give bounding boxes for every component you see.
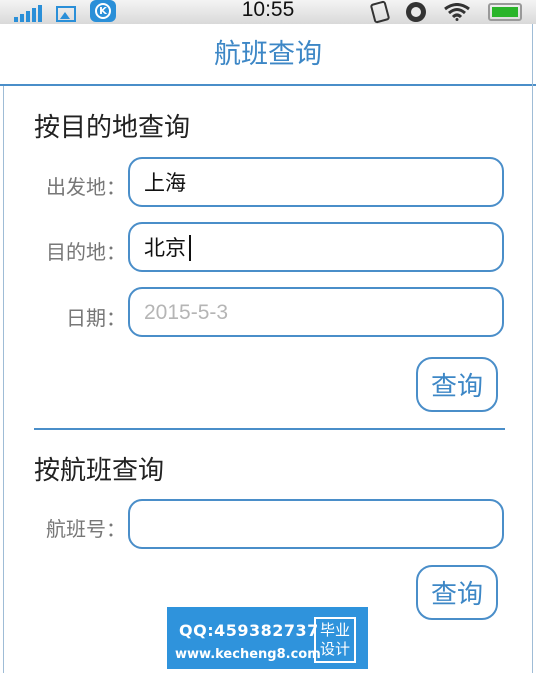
- flight-number-label: 航班号：: [46, 517, 126, 541]
- page-edge-left: [3, 86, 4, 673]
- vibrate-icon: [369, 0, 391, 24]
- text-caret: [189, 235, 191, 261]
- wifi-icon: [444, 3, 470, 21]
- section-divider: [34, 428, 505, 430]
- date-input[interactable]: [128, 287, 504, 337]
- watermark-banner: QQ:459382737 www.kecheng8.com 毕业 设计: [167, 607, 368, 669]
- watermark-url: www.kecheng8.com: [175, 647, 321, 662]
- departure-label: 出发地：: [46, 175, 126, 199]
- flight-number-input[interactable]: [128, 499, 504, 549]
- status-bar: K 10:55: [0, 0, 536, 24]
- destination-input[interactable]: [128, 222, 504, 272]
- query-by-flight-button[interactable]: 查询: [416, 565, 498, 620]
- date-label: 日期：: [66, 306, 126, 330]
- destination-label: 目的地：: [46, 240, 126, 264]
- page-edge-right: [532, 24, 533, 673]
- app-header: 航班查询: [0, 26, 536, 86]
- departure-input[interactable]: [128, 157, 504, 207]
- section-title-flight: 按航班查询: [34, 456, 165, 486]
- section-title-destination: 按目的地查询: [34, 113, 191, 143]
- watermark-qq: QQ:459382737: [179, 621, 319, 640]
- watermark-tag: 毕业 设计: [314, 617, 356, 663]
- alarm-icon: [406, 2, 426, 22]
- page-title: 航班查询: [214, 39, 322, 70]
- battery-icon: [488, 3, 522, 21]
- query-by-destination-button[interactable]: 查询: [416, 357, 498, 412]
